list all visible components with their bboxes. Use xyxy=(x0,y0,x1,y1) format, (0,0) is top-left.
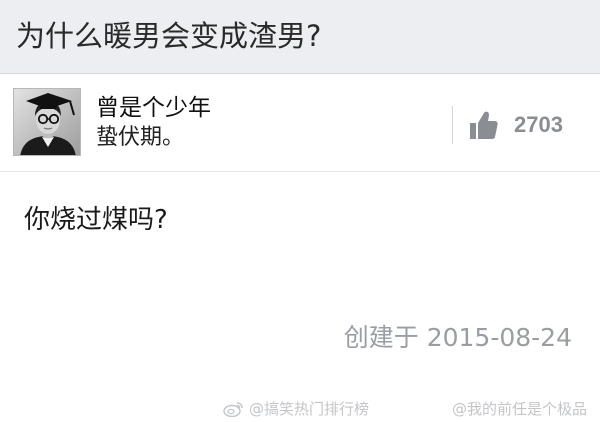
answer-screenshot: 为什么暖男会变成渣男? 曾是个少年 蛰伏期。 2703 你烧过煤吗? 创建于 2… xyxy=(0,0,600,422)
weibo-icon xyxy=(223,401,243,417)
avatar-photo xyxy=(14,89,80,155)
answer-header: 曾是个少年 蛰伏期。 2703 xyxy=(0,74,600,172)
question-title[interactable]: 为什么暖男会变成渣男? xyxy=(16,18,321,54)
created-timestamp: 创建于 2015-08-24 xyxy=(343,323,572,352)
author-bio: 蛰伏期。 xyxy=(96,125,185,150)
watermark-left: @搞笑热门排行榜 xyxy=(223,398,369,419)
question-bar[interactable]: 为什么暖男会变成渣男? xyxy=(0,0,600,74)
thumbs-up-icon xyxy=(470,111,498,139)
vote-count: 2703 xyxy=(514,112,563,137)
vote-button[interactable]: 2703 xyxy=(470,106,563,144)
author-name[interactable]: 曾是个少年 xyxy=(96,94,211,122)
vote-divider xyxy=(452,106,453,144)
avatar[interactable] xyxy=(13,88,81,156)
watermark-left-text: @搞笑热门排行榜 xyxy=(249,400,370,418)
answer-body[interactable]: 你烧过煤吗? xyxy=(24,204,168,236)
watermark-right: @我的前任是个极品 xyxy=(452,400,588,418)
